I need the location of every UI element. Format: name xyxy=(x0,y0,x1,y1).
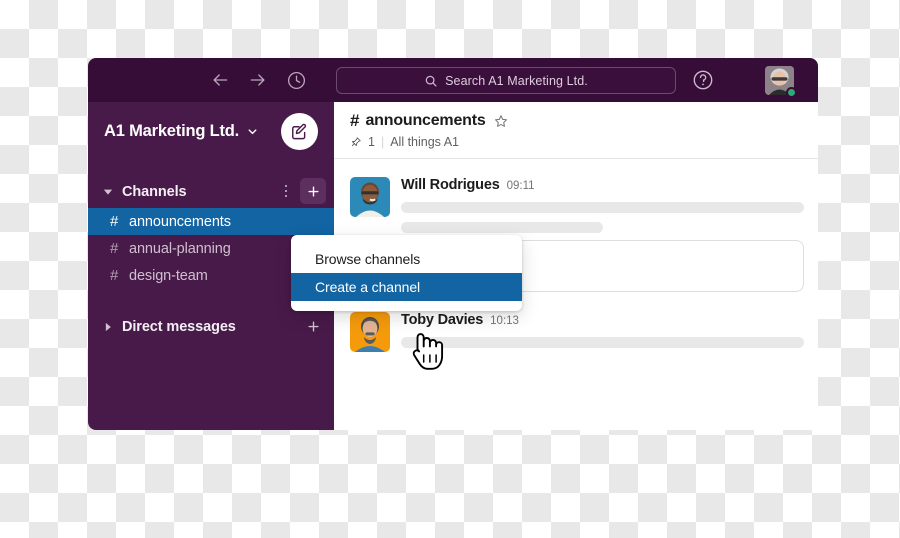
hash-icon: # xyxy=(110,240,119,257)
message-body: Will Rodrigues 09:11 xyxy=(401,177,804,233)
channel-actions-dropdown: Browse channels Create a channel xyxy=(291,235,522,311)
search-input[interactable]: Search A1 Marketing Ltd. xyxy=(336,67,676,94)
sidebar-item-label: design-team xyxy=(129,267,208,284)
menu-item-label: Browse channels xyxy=(315,251,421,267)
sidebar-section-actions xyxy=(300,313,326,339)
message-item: Will Rodrigues 09:11 xyxy=(334,171,818,233)
hash-icon: # xyxy=(350,111,360,130)
meta-divider: | xyxy=(380,135,385,149)
channel-title-row[interactable]: # announcements xyxy=(350,111,818,131)
clock-icon[interactable] xyxy=(284,68,308,92)
caret-right-icon[interactable] xyxy=(100,322,116,332)
presence-online-indicator xyxy=(786,87,797,98)
sidebar-section-title: Channels xyxy=(122,184,187,200)
channel-topic[interactable]: All things A1 xyxy=(390,135,459,149)
avatar[interactable] xyxy=(765,66,797,98)
sidebar-item-announcements[interactable]: # announcements xyxy=(88,208,334,235)
workspace-header[interactable]: A1 Marketing Ltd. xyxy=(88,102,334,160)
workspace-name: A1 Marketing Ltd. xyxy=(104,121,240,140)
arrow-right-icon[interactable] xyxy=(246,68,270,92)
caret-down-icon[interactable] xyxy=(100,187,116,197)
pin-icon[interactable] xyxy=(350,136,362,148)
message-author[interactable]: Toby Davies xyxy=(401,312,483,328)
sidebar-item-label: annual-planning xyxy=(129,240,231,257)
add-direct-message-plus-icon[interactable] xyxy=(300,313,326,339)
chevron-down-icon xyxy=(246,125,259,138)
sidebar-section-title: Direct messages xyxy=(122,319,236,335)
message-item: Toby Davies 10:13 xyxy=(334,306,818,352)
sidebar-item-label: announcements xyxy=(129,213,231,230)
add-channel-plus-icon[interactable] xyxy=(300,178,326,204)
sidebar-section-channels[interactable]: Channels xyxy=(88,176,334,208)
avatar-will-rodrigues[interactable] xyxy=(350,177,390,217)
kebab-vertical-icon[interactable] xyxy=(276,178,296,204)
message-author[interactable]: Will Rodrigues xyxy=(401,177,500,193)
star-outline-icon[interactable] xyxy=(494,114,508,128)
compose-pencil-icon[interactable] xyxy=(281,113,318,150)
channel-meta: 1 | All things A1 xyxy=(350,135,818,149)
message-text-placeholder xyxy=(401,337,804,348)
search-placeholder-text: Search A1 Marketing Ltd. xyxy=(445,73,588,88)
channel-header: # announcements 1 | All things A1 xyxy=(334,102,818,159)
message-body: Toby Davies 10:13 xyxy=(401,312,804,352)
sidebar-section-direct-messages[interactable]: Direct messages xyxy=(88,311,334,343)
arrow-left-icon[interactable] xyxy=(208,68,232,92)
search-icon xyxy=(424,74,438,88)
hash-icon: # xyxy=(110,213,119,230)
menu-item-label: Create a channel xyxy=(315,279,421,295)
message-text-placeholder xyxy=(401,202,804,213)
question-circle-icon[interactable] xyxy=(692,69,714,91)
menu-item-create-a-channel[interactable]: Create a channel xyxy=(291,273,522,301)
message-text-placeholder xyxy=(401,222,603,233)
top-bar: Search A1 Marketing Ltd. xyxy=(88,58,818,102)
navigation-icons xyxy=(208,68,308,92)
menu-item-browse-channels[interactable]: Browse channels xyxy=(291,245,522,273)
message-timestamp: 10:13 xyxy=(490,315,519,327)
slack-app-window: Search A1 Marketing Ltd. A1 Marketing Lt… xyxy=(88,58,818,430)
avatar-toby-davies[interactable] xyxy=(350,312,390,352)
pin-count: 1 xyxy=(368,135,375,149)
message-header: Toby Davies 10:13 xyxy=(401,312,804,328)
message-timestamp: 09:11 xyxy=(506,180,535,192)
page-title: announcements xyxy=(365,112,486,129)
message-header: Will Rodrigues 09:11 xyxy=(401,177,804,193)
hash-icon: # xyxy=(110,267,119,284)
sidebar-section-actions xyxy=(276,178,326,204)
